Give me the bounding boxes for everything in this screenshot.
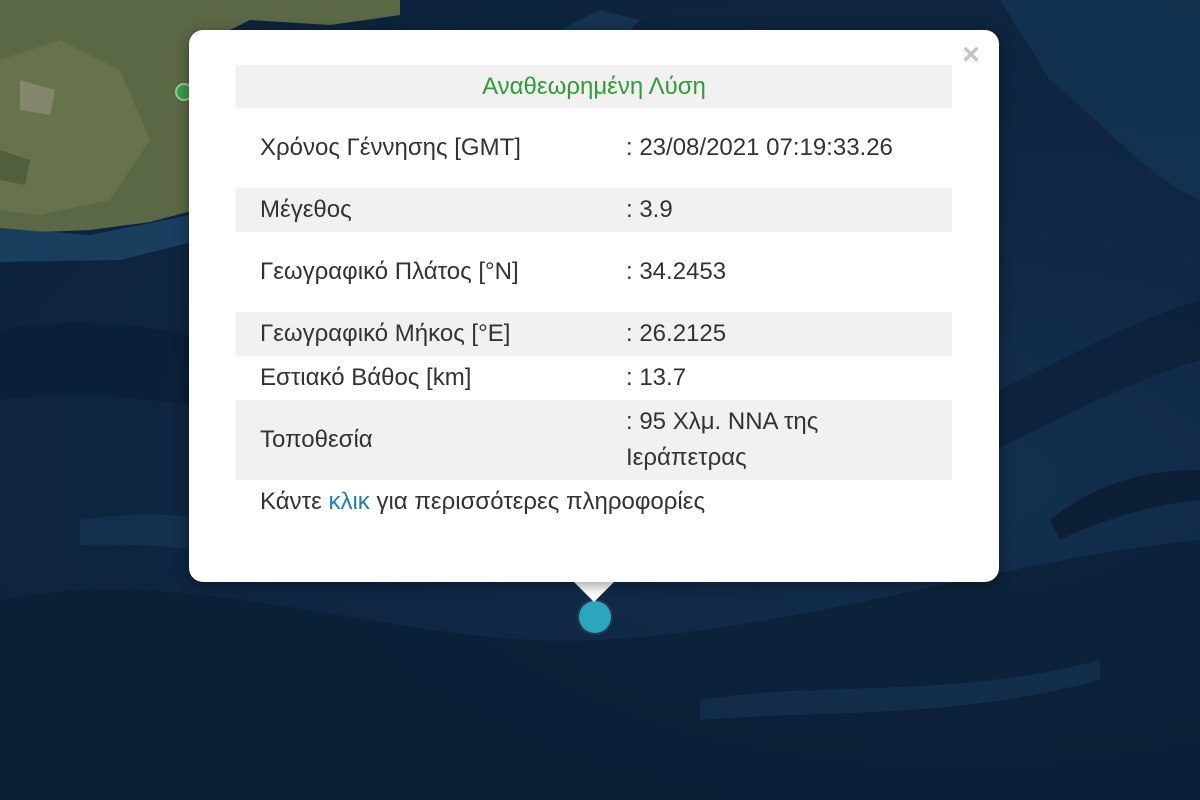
earthquake-popup: × Αναθεωρημένη Λύση Χρόνος Γέννησης [GMT…: [189, 30, 999, 582]
popup-footer: Κάντε κλικ για περισσότερες πληροφορίες: [236, 480, 952, 524]
map-view[interactable]: × Αναθεωρημένη Λύση Χρόνος Γέννησης [GMT…: [0, 0, 1200, 800]
row-value-location: : 95 Χλμ. ΝΝΑ της Ιεράπετρας: [600, 400, 952, 480]
popup-tip: [572, 580, 616, 602]
popup-footer-row: Κάντε κλικ για περισσότερες πληροφορίες: [236, 480, 952, 524]
table-row: Εστιακό Βάθος [km] : 13.7: [236, 356, 952, 400]
row-label-latitude: Γεωγραφικό Πλάτος [°N]: [260, 258, 519, 285]
row-value-longitude: : 26.2125: [600, 312, 952, 356]
row-label-location: Τοποθεσία: [236, 400, 600, 480]
table-row: Γεωγραφικό Μήκος [°E] : 26.2125: [236, 312, 952, 356]
earthquake-info-table: Αναθεωρημένη Λύση Χρόνος Γέννησης [GMT] …: [236, 65, 952, 524]
table-row: Τοποθεσία : 95 Χλμ. ΝΝΑ της Ιεράπετρας: [236, 400, 952, 480]
row-value-magnitude: : 3.9: [600, 188, 952, 232]
row-value-depth: : 13.7: [626, 364, 687, 391]
table-row: Μέγεθος : 3.9: [236, 188, 952, 232]
row-label-magnitude: Μέγεθος: [236, 188, 600, 232]
footer-prefix: Κάντε: [260, 488, 329, 515]
row-label-depth: Εστιακό Βάθος [km]: [260, 364, 472, 391]
more-info-link[interactable]: κλικ: [328, 488, 369, 515]
popup-header: Αναθεωρημένη Λύση: [236, 65, 952, 108]
table-row: Χρόνος Γέννησης [GMT] : 23/08/2021 07:19…: [236, 108, 952, 188]
row-value-latitude: : 34.2453: [626, 258, 727, 285]
row-value-origin-time: : 23/08/2021 07:19:33.26: [626, 134, 893, 161]
row-label-longitude: Γεωγραφικό Μήκος [°E]: [236, 312, 600, 356]
epicenter-marker[interactable]: [579, 601, 611, 633]
row-label-origin-time: Χρόνος Γέννησης [GMT]: [260, 134, 521, 161]
footer-suffix: για περισσότερες πληροφορίες: [369, 488, 706, 515]
table-row: Γεωγραφικό Πλάτος [°N] : 34.2453: [236, 232, 952, 312]
popup-header-row: Αναθεωρημένη Λύση: [236, 65, 952, 108]
close-icon[interactable]: ×: [957, 40, 985, 70]
